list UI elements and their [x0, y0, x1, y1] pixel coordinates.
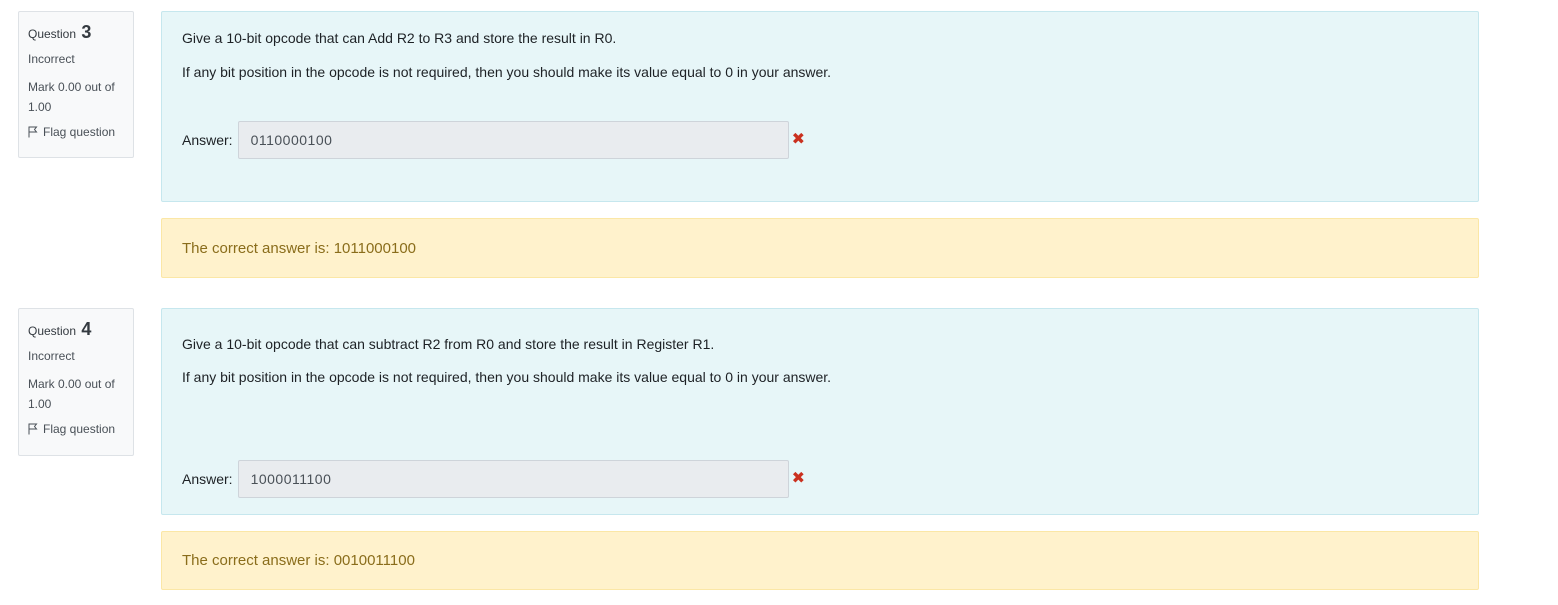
flag-question-label: Flag question	[43, 125, 116, 139]
question-text-line-1: Give a 10-bit opcode that can Add R2 to …	[182, 30, 617, 46]
correct-answer-feedback-3: The correct answer is: 1011000100	[161, 218, 1479, 278]
question-text-line-2: If any bit position in the opcode is not…	[182, 64, 832, 80]
answer-input[interactable]: 1000011100	[237, 460, 789, 498]
answer-label: Answer:	[182, 132, 233, 148]
question-grade: Mark 0.00 out of 1.00	[28, 374, 124, 414]
question-formulation-3: Give a 10-bit opcode that can Add R2 to …	[161, 11, 1479, 202]
question-info-3: Question 3 Incorrect Mark 0.00 out of 1.…	[18, 11, 134, 158]
flag-icon	[28, 423, 38, 435]
grade-line-2: 1.00	[28, 100, 52, 114]
incorrect-icon: ✖	[791, 470, 805, 487]
grade-line-1: Mark 0.00 out of	[28, 377, 115, 391]
question-state: Incorrect	[28, 52, 75, 66]
answer-label: Answer:	[182, 471, 233, 487]
question-label: Question	[28, 27, 77, 41]
flag-question-label: Flag question	[43, 422, 116, 436]
answer-row: Answer: 1000011100 ✖	[182, 460, 805, 498]
question-formulation-4: Give a 10-bit opcode that can subtract R…	[161, 308, 1479, 515]
grade-line-1: Mark 0.00 out of	[28, 80, 115, 94]
question-text-line-1: Give a 10-bit opcode that can subtract R…	[182, 336, 715, 352]
question-info-4: Question 4 Incorrect Mark 0.00 out of 1.…	[18, 308, 134, 456]
flag-question-button[interactable]: Flag question	[28, 422, 124, 436]
flag-question-button[interactable]: Flag question	[28, 125, 124, 139]
question-number-value: 3	[81, 22, 92, 42]
question-text-line-2: If any bit position in the opcode is not…	[182, 369, 832, 385]
question-state: Incorrect	[28, 349, 75, 363]
answer-row: Answer: 0110000100 ✖	[182, 121, 805, 159]
question-number-value: 4	[81, 319, 92, 339]
question-number: Question 3	[28, 22, 124, 43]
flag-icon	[28, 126, 38, 138]
question-number: Question 4	[28, 319, 124, 340]
grade-line-2: 1.00	[28, 397, 52, 411]
correct-answer-feedback-4: The correct answer is: 0010011100	[161, 531, 1479, 590]
question-grade: Mark 0.00 out of 1.00	[28, 77, 124, 117]
answer-input[interactable]: 0110000100	[237, 121, 789, 159]
incorrect-icon: ✖	[791, 131, 805, 148]
question-label: Question	[28, 324, 77, 338]
